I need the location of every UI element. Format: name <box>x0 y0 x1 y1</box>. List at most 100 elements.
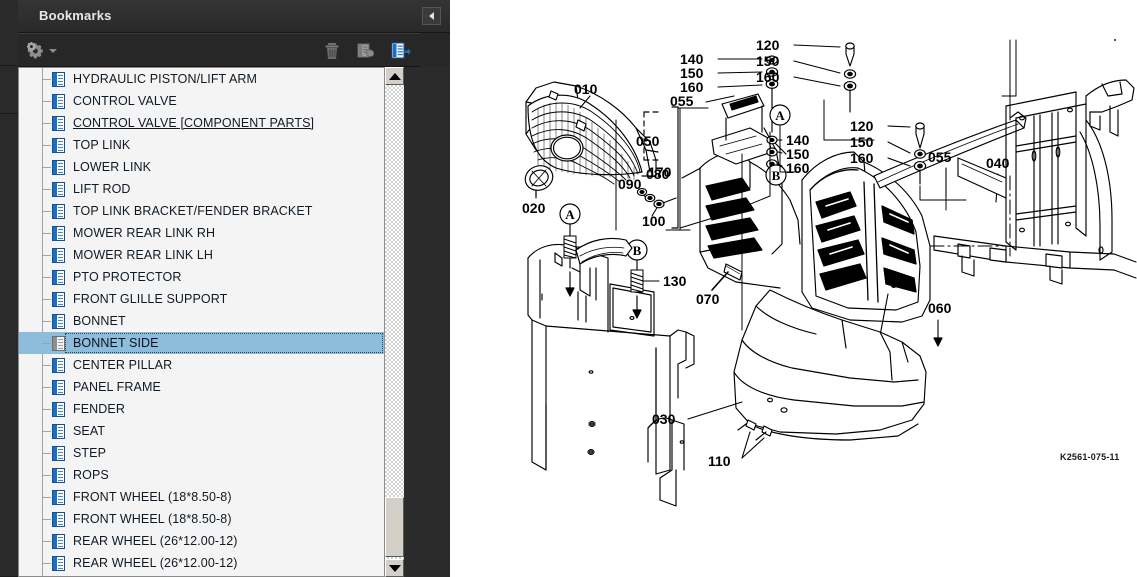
callout-020: 020 <box>522 200 546 216</box>
bookmark-item[interactable]: REAR WHEEL (26*12.00-12) <box>19 530 385 552</box>
tree-elbow <box>42 475 51 476</box>
collapse-panel-button[interactable] <box>422 7 441 25</box>
callout-150-d: 150 <box>850 134 874 150</box>
bookmark-label: MOWER REAR LINK LH <box>73 248 214 262</box>
bookmarks-list[interactable]: HYDRAULIC PISTON/LIFT ARM CONTROL VALVE CO… <box>18 67 420 577</box>
bookmark-item[interactable]: TOP LINK <box>19 134 385 156</box>
page-icon <box>52 511 65 527</box>
bookmark-label: BONNET SIDE <box>73 336 159 350</box>
scrollbar-thumb[interactable] <box>385 497 404 557</box>
page-icon <box>52 159 65 175</box>
tree-elbow <box>42 365 51 366</box>
bookmark-label: LOWER LINK <box>73 160 152 174</box>
bookmark-item[interactable]: BONNET <box>19 310 385 332</box>
bookmark-item[interactable]: MOWER REAR LINK RH <box>19 222 385 244</box>
scroll-down-button[interactable] <box>385 559 404 577</box>
rail-segment-top <box>0 0 18 66</box>
page-icon <box>52 181 65 197</box>
bookmark-item[interactable]: PTO PROTECTOR <box>19 266 385 288</box>
bookmark-label: STEP <box>73 446 107 460</box>
page-icon <box>52 137 65 153</box>
bookmark-label: REAR WHEEL (26*12.00-12) <box>73 534 238 548</box>
drawing-number: K2561-075-11 <box>1060 452 1120 462</box>
document-page[interactable]: 010 020 A B 130 050 170 055 090 080 100 … <box>450 0 1137 577</box>
expand-bookmark-icon <box>391 42 411 59</box>
tree-elbow <box>42 211 51 212</box>
bookmark-item[interactable]: CONTROL VALVE [COMPONENT PARTS] <box>19 112 385 134</box>
bookmark-item[interactable]: FENDER <box>19 398 385 420</box>
bookmark-item[interactable]: CONTROL VALVE <box>19 90 385 112</box>
tree-elbow <box>42 563 51 564</box>
tree-elbow <box>42 277 51 278</box>
bookmark-item[interactable]: MOWER REAR LINK LH <box>19 244 385 266</box>
bookmark-label: TOP LINK BRACKET/FENDER BRACKET <box>73 204 313 218</box>
bookmark-label: LIFT ROD <box>73 182 131 196</box>
tree-elbow <box>42 409 51 410</box>
bookmark-label: TOP LINK <box>73 138 131 152</box>
new-bookmark-icon <box>357 43 375 58</box>
scroll-up-button[interactable] <box>385 67 404 85</box>
page-icon <box>52 445 65 461</box>
bookmarks-scrollbar[interactable] <box>384 67 404 577</box>
bookmark-label: PANEL FRAME <box>73 380 161 394</box>
bookmark-label: ROPS <box>73 468 109 482</box>
rail-segment-middle <box>0 66 18 114</box>
svg-text:B: B <box>772 168 781 183</box>
page-icon <box>52 335 65 351</box>
page-icon <box>52 225 65 241</box>
bookmark-label: CONTROL VALVE [COMPONENT PARTS] <box>73 116 315 130</box>
page-icon <box>52 115 65 131</box>
page-speck <box>1114 39 1116 41</box>
bookmark-item[interactable]: LIFT ROD <box>19 178 385 200</box>
scrollbar-track[interactable] <box>385 85 404 559</box>
page-icon <box>52 247 65 263</box>
bookmark-item[interactable]: ROPS <box>19 464 385 486</box>
callout-055-right: 055 <box>928 149 952 165</box>
callout-160-b: 160 <box>756 69 780 85</box>
bookmark-label: MOWER REAR LINK RH <box>73 226 216 240</box>
bookmark-item[interactable]: PANEL FRAME <box>19 376 385 398</box>
tree-elbow <box>42 497 51 498</box>
marker-A-right: A <box>769 104 791 126</box>
page-icon <box>52 291 65 307</box>
page-icon <box>52 203 65 219</box>
callout-100: 100 <box>642 213 666 229</box>
left-rail <box>0 0 18 577</box>
page-icon <box>52 269 65 285</box>
gear-icon <box>27 42 43 59</box>
rail-segment-bottom <box>0 114 18 577</box>
bookmark-label: BONNET <box>73 314 126 328</box>
bookmark-item[interactable]: CENTER PILLAR <box>19 354 385 376</box>
tree-elbow <box>42 233 51 234</box>
callout-130-right: 130 <box>663 273 687 289</box>
tree-elbow <box>42 299 51 300</box>
callout-120-b: 120 <box>850 118 874 134</box>
caret-down-icon <box>49 49 57 53</box>
bookmark-item[interactable]: TOP LINK BRACKET/FENDER BRACKET <box>19 200 385 222</box>
bookmark-item[interactable]: REAR WHEEL (26*12.00-12) <box>19 552 385 574</box>
bookmark-item[interactable]: FRONT WHEEL (18*8.50-8) <box>19 508 385 530</box>
bookmarks-panel-titlebar: Bookmarks <box>18 0 450 33</box>
new-bookmark-button[interactable] <box>354 39 380 63</box>
bookmark-item[interactable]: FRONT WHEEL (18*8.50-8) <box>19 486 385 508</box>
tree-elbow <box>42 145 51 146</box>
bookmark-item[interactable]: STEP <box>19 442 385 464</box>
bookmark-item[interactable]: BONNET SIDE <box>19 332 385 354</box>
callout-060-a: 060 <box>890 275 914 291</box>
bookmark-label: FRONT WHEEL (18*8.50-8) <box>73 490 232 504</box>
bookmark-label: FRONT GLILLE SUPPORT <box>73 292 228 306</box>
tree-elbow <box>42 519 51 520</box>
svg-text:B: B <box>633 243 642 258</box>
bookmark-item[interactable]: FRONT GLILLE SUPPORT <box>19 288 385 310</box>
bookmark-item[interactable]: HYDRAULIC PISTON/LIFT ARM <box>19 68 385 90</box>
bookmark-item[interactable]: LOWER LINK <box>19 156 385 178</box>
bookmark-label: FRONT WHEEL (18*8.50-8) <box>73 512 232 526</box>
bookmark-item[interactable]: SEAT <box>19 420 385 442</box>
bookmark-label: SEAT <box>73 424 106 438</box>
expand-bookmark-button[interactable] <box>388 39 414 63</box>
delete-bookmark-button[interactable] <box>320 39 346 63</box>
bookmark-options-button[interactable] <box>25 39 65 63</box>
tree-elbow <box>42 431 51 432</box>
callout-160-c: 160 <box>786 160 810 176</box>
bookmark-label: REAR WHEEL (26*12.00-12) <box>73 556 238 570</box>
